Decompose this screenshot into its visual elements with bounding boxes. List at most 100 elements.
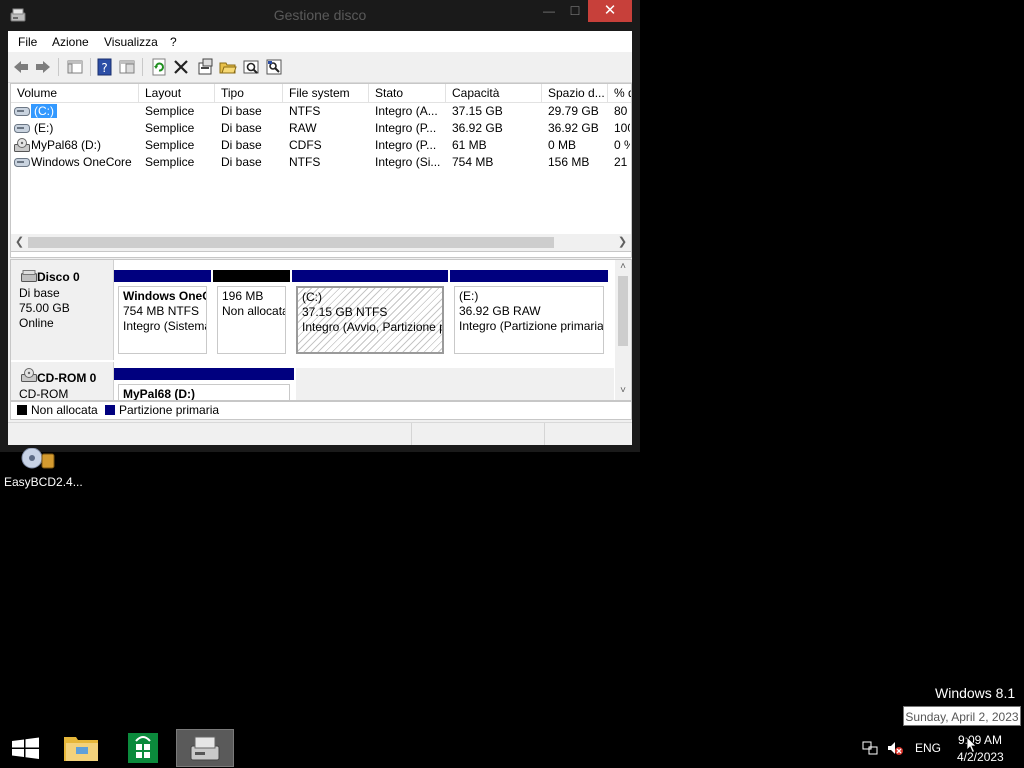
volume-list[interactable]: Volume Layout Tipo File system Stato Cap… (10, 83, 632, 258)
refresh-icon[interactable] (150, 58, 168, 76)
forward-icon[interactable] (34, 58, 52, 76)
date-tooltip: Sunday, April 2, 2023 (903, 706, 1021, 726)
partition-d[interactable]: MyPal68 (D:) (114, 368, 294, 400)
file-system-cell: NTFS (289, 155, 321, 169)
column-header-percent[interactable]: % d (608, 84, 631, 103)
column-header-tipo[interactable]: Tipo (215, 84, 283, 103)
volume-name[interactable]: MyPal68 (D:) (31, 137, 101, 154)
capacita-cell: 61 MB (452, 138, 487, 152)
column-header-volume[interactable]: Volume (11, 84, 139, 103)
spazio-cell: 29.79 GB (548, 104, 599, 118)
partition-title: (C:) (302, 290, 322, 304)
toolbar: ? (8, 52, 632, 83)
stato-cell: Integro (P... (375, 138, 437, 152)
stato-cell: Integro (P... (375, 121, 437, 135)
partition-color-bar (114, 270, 211, 282)
volume-muted-icon[interactable] (886, 740, 904, 756)
store-icon[interactable] (115, 729, 171, 767)
toolbar-separator (142, 58, 143, 76)
table-row[interactable]: MyPal68 (D:) Semplice Di base CDFS Integ… (11, 137, 631, 154)
clock-date[interactable]: 4/2/2023 (957, 750, 1004, 764)
desktop-icon-label[interactable]: EasyBCD2.4... (4, 475, 83, 489)
help-icon[interactable]: ? (96, 58, 114, 76)
menu-azione[interactable]: Azione (52, 35, 89, 49)
partition-details: 196 MB Non allocata (217, 286, 286, 354)
console-tree-icon[interactable] (66, 58, 84, 76)
menu-file[interactable]: File (18, 35, 37, 49)
column-header-stato[interactable]: Stato (369, 84, 446, 103)
easybcd-desktop-icon[interactable] (16, 448, 56, 470)
properties-icon[interactable] (196, 58, 214, 76)
cdrom-volume-icon (14, 138, 30, 152)
layout-cell: Semplice (145, 104, 195, 118)
capacita-cell: 37.15 GB (452, 104, 503, 118)
scroll-up-icon[interactable]: ˄ (615, 260, 631, 274)
percent-cell: 80 (614, 104, 628, 118)
partition-status: Integro (Partizione primaria) (459, 319, 604, 333)
clock-time[interactable]: 9:09 AM (958, 733, 1002, 747)
properties-view-icon[interactable] (118, 58, 136, 76)
toolbar-separator (58, 58, 59, 76)
column-header-spazio-disponibile[interactable]: Spazio d... (542, 84, 608, 103)
stato-cell: Integro (A... (375, 104, 438, 118)
status-separator (411, 423, 412, 445)
start-icon[interactable] (0, 729, 56, 767)
rescan-icon[interactable] (265, 58, 283, 76)
capacita-cell: 754 MB (452, 155, 494, 169)
volume-name[interactable]: Windows OneCore (31, 154, 132, 171)
scroll-right-icon[interactable]: ❯ (614, 234, 631, 251)
network-icon[interactable] (862, 740, 878, 756)
volume-name[interactable]: (C:) (31, 104, 57, 118)
horizontal-scrollbar[interactable]: ❮ ❯ (10, 234, 632, 252)
table-row[interactable]: (E:) Semplice Di base RAW Integro (P... … (11, 120, 631, 137)
partition-size: 36.92 GB RAW (459, 304, 541, 318)
scrollbar-thumb[interactable] (28, 237, 554, 248)
volume-name[interactable]: (E:) (34, 120, 53, 137)
stato-cell: Integro (Si... (375, 155, 441, 169)
table-row[interactable]: (C:) Semplice Di base NTFS Integro (A...… (11, 103, 631, 120)
delete-icon[interactable] (172, 58, 190, 76)
table-row[interactable]: Windows OneCore Semplice Di base NTFS In… (11, 154, 631, 171)
disk-0-info[interactable]: Disco 0 Di base 75.00 GB Online (11, 260, 114, 360)
percent-cell: 100 (614, 121, 630, 135)
title-bar[interactable]: Gestione disco — ☐ ✕ (0, 0, 640, 30)
vertical-scrollbar[interactable]: ˄ ˅ (615, 260, 631, 400)
file-explorer-icon[interactable] (54, 729, 110, 767)
taskbar: ENG 9:09 AM 4/2/2023 (0, 728, 1024, 768)
partition-color-bar (114, 368, 294, 380)
column-header-layout[interactable]: Layout (139, 84, 215, 103)
file-system-cell: NTFS (289, 104, 321, 118)
maximize-button[interactable]: ☐ (560, 0, 590, 22)
column-header-capacita[interactable]: Capacità (446, 84, 542, 103)
back-icon[interactable] (12, 58, 30, 76)
status-bar (8, 422, 632, 445)
partition-status: Integro (Sistema (123, 319, 207, 333)
disk-management-taskbar-button[interactable] (176, 729, 234, 767)
close-button[interactable]: ✕ (588, 0, 632, 22)
cdrom-0-info[interactable]: CD-ROM 0 CD-ROM (11, 362, 114, 400)
legend: Non allocata Partizione primaria (10, 401, 632, 420)
partition-unallocated[interactable]: 196 MB Non allocata (213, 270, 290, 358)
hard-disk-icon (21, 270, 37, 282)
scroll-down-icon[interactable]: ˅ (615, 384, 631, 398)
os-watermark: Windows 8.1 (935, 685, 1016, 701)
menu-visualizza[interactable]: Visualizza (104, 35, 158, 49)
scroll-left-icon[interactable]: ❮ (11, 234, 28, 251)
partition-e[interactable]: (E:) 36.92 GB RAW Integro (Partizione pr… (450, 270, 608, 358)
open-icon[interactable] (219, 58, 237, 76)
language-indicator[interactable]: ENG (915, 741, 941, 755)
disk-graphical-view[interactable]: Disco 0 Di base 75.00 GB Online Windows … (10, 259, 632, 401)
legend-swatch-primary (105, 405, 115, 415)
menu-bar: File Azione Visualizza ? (8, 31, 632, 52)
scrollbar-thumb[interactable] (618, 276, 628, 346)
menu-help[interactable]: ? (170, 35, 177, 49)
capacita-cell: 36.92 GB (452, 121, 503, 135)
explore-icon[interactable] (242, 58, 260, 76)
partition-c[interactable]: (C:) 37.15 GB NTFS Integro (Avvio, Parti… (292, 270, 448, 358)
column-header-file-system[interactable]: File system (283, 84, 369, 103)
disk-management-icon (190, 736, 220, 761)
spazio-cell: 0 MB (548, 138, 577, 152)
partition-size: 37.15 GB NTFS (302, 305, 388, 319)
partition-title: MyPal68 (D:) (118, 384, 290, 400)
partition-windows-onecore[interactable]: Windows OneC 754 MB NTFS Integro (Sistem… (114, 270, 211, 358)
